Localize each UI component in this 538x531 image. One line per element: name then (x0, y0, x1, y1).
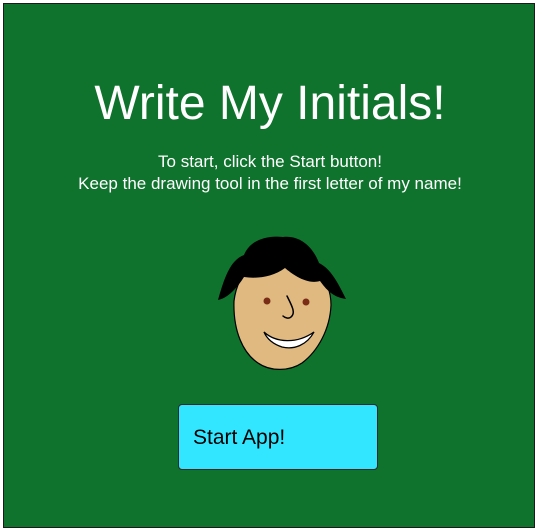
instruction-line-1: To start, click the Start button! (158, 152, 382, 171)
app-screen: Write My Initials! To start, click the S… (3, 3, 535, 528)
start-app-button[interactable]: Start App! (178, 404, 378, 470)
app-title: Write My Initials! (94, 77, 446, 130)
instructions: To start, click the Start button! Keep t… (4, 151, 536, 195)
instruction-line-2: Keep the drawing tool in the first lette… (78, 174, 462, 193)
cartoon-face-icon (218, 236, 346, 370)
